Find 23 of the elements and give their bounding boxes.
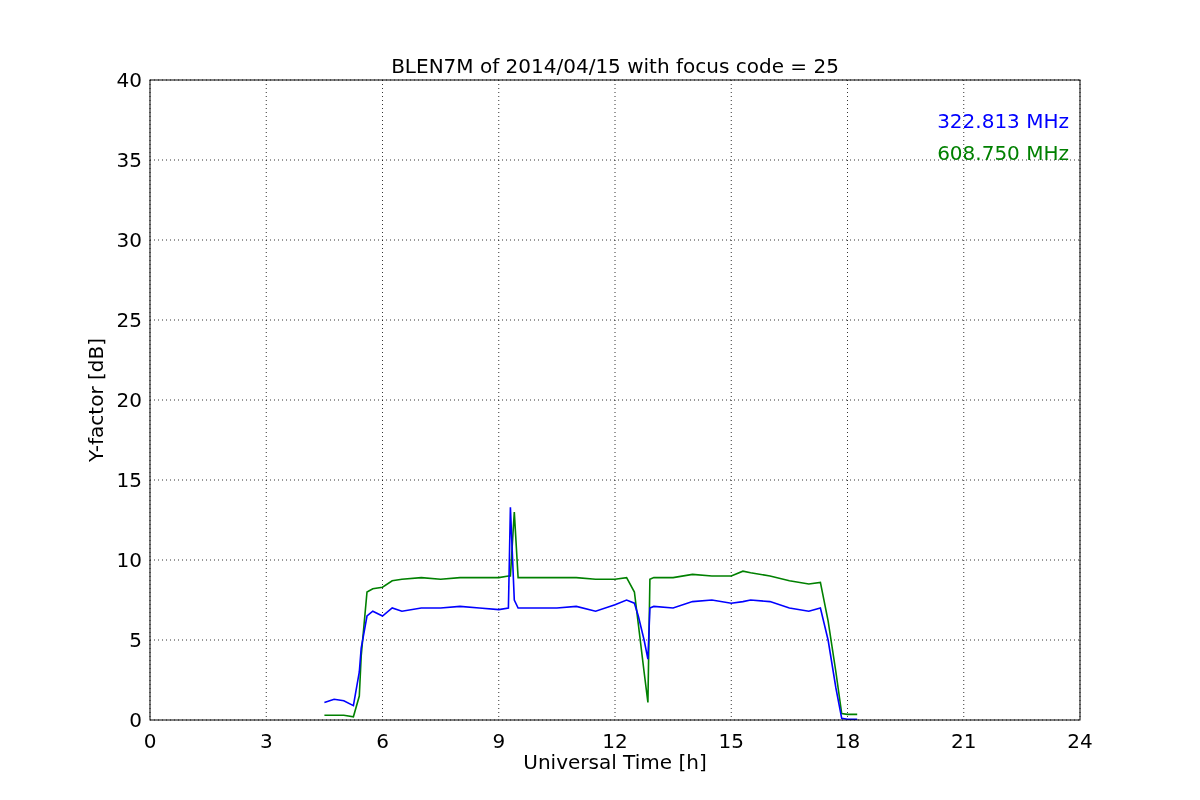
legend-label: 608.750 MHz bbox=[937, 141, 1069, 165]
x-tick-label: 0 bbox=[143, 729, 157, 753]
y-tick-label: 0 bbox=[129, 708, 142, 732]
x-tick-label: 18 bbox=[834, 729, 861, 753]
x-tick-label: 3 bbox=[259, 729, 273, 753]
x-tick-label: 21 bbox=[951, 729, 977, 753]
y-tick-label: 40 bbox=[116, 68, 142, 92]
chart-title: BLEN7M of 2014/04/15 with focus code = 25 bbox=[391, 54, 839, 78]
x-tick-label: 15 bbox=[718, 729, 744, 753]
y-tick-label: 15 bbox=[116, 468, 142, 492]
x-tick-label: 9 bbox=[492, 729, 506, 753]
y-tick-label: 5 bbox=[129, 628, 142, 652]
y-tick-label: 30 bbox=[116, 228, 142, 252]
x-tick-label: 12 bbox=[602, 729, 628, 753]
x-tick-label: 6 bbox=[376, 729, 389, 753]
y-axis-label: Y-factor [dB] bbox=[84, 338, 108, 462]
legend-label: 322.813 MHz bbox=[937, 109, 1069, 133]
y-tick-label: 35 bbox=[116, 148, 142, 172]
x-axis-label: Universal Time [h] bbox=[523, 750, 707, 774]
y-tick-label: 25 bbox=[116, 308, 142, 332]
y-tick-label: 20 bbox=[116, 388, 142, 412]
y-tick-label: 10 bbox=[116, 548, 142, 572]
x-tick-label: 24 bbox=[1067, 729, 1093, 753]
